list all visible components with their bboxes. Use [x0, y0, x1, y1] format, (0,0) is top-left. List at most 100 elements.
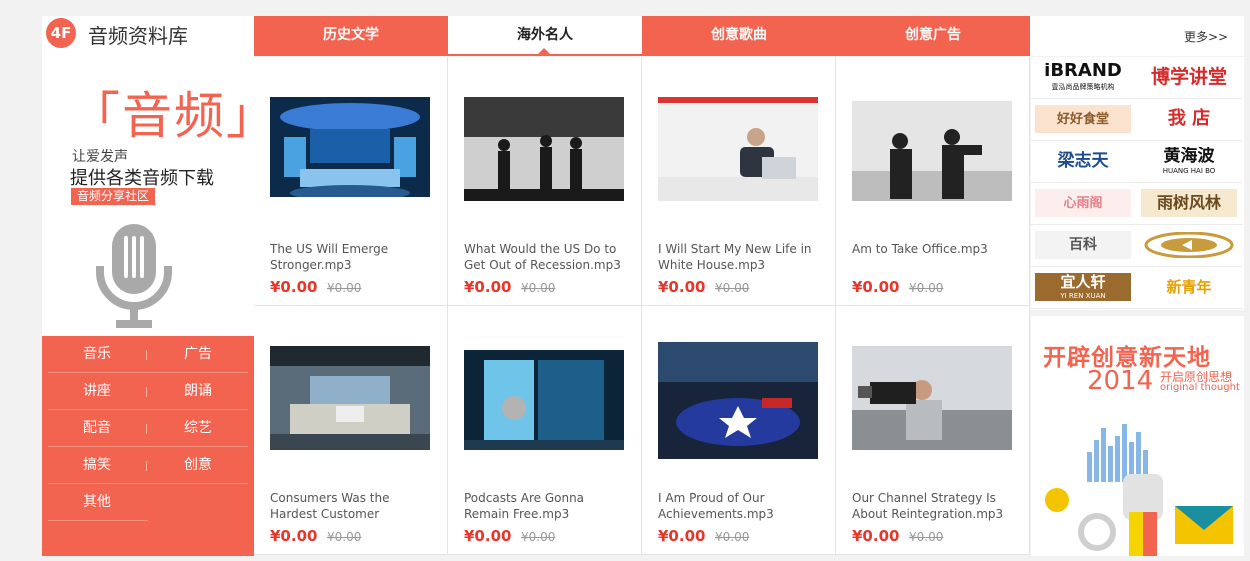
promo-illustration — [1045, 424, 1233, 556]
product-card[interactable]: I Will Start My New Life in White House.… — [642, 57, 836, 306]
product-original-price: ¥0.00 — [715, 530, 750, 544]
brand-logo-image: 梁志天 — [1035, 147, 1131, 175]
product-price: ¥0.00 — [464, 527, 512, 545]
brand-logo[interactable]: 宜人轩 YI REN XUAN — [1031, 267, 1137, 309]
product-original-price: ¥0.00 — [327, 281, 362, 295]
category-separator — [146, 387, 147, 397]
film-crew-silhouette-image[interactable] — [464, 97, 624, 205]
product-name[interactable]: Podcasts Are Gonna Remain Free.mp3 — [464, 490, 629, 522]
brand-logo-image: iBRAND 壹泓尚品牌策略机构 — [1035, 63, 1131, 91]
product-card[interactable]: What Would the US Do to Get Out of Reces… — [448, 57, 642, 306]
category-menu: 音乐 广告 讲座 朗诵 配音 综艺 搞笑 创意 其他 — [42, 336, 254, 556]
video-camera-operator-image[interactable] — [852, 346, 1012, 452]
category-item[interactable]: 创意 — [148, 447, 248, 483]
brand-name: 百科 — [1069, 237, 1097, 253]
category-item[interactable]: 搞笑 — [48, 447, 146, 483]
product-original-price: ¥0.00 — [521, 281, 556, 295]
community-badge[interactable]: 音频分享社区 — [71, 188, 156, 205]
brand-logo-image: 新青年 — [1141, 273, 1237, 301]
section-title[interactable]: 音频资料库 — [88, 20, 188, 49]
brand-name: 雨树风林 — [1156, 193, 1221, 212]
brand-logo[interactable]: 博学讲堂 — [1137, 57, 1243, 99]
product-card[interactable]: Consumers Was the Hardest Customer ¥0.00 ¥… — [254, 306, 448, 555]
brand-name: 心雨阁 — [1063, 195, 1103, 211]
product-price: ¥0.00 — [658, 527, 706, 545]
product-name[interactable]: I Will Start My New Life in White House.… — [658, 241, 823, 273]
brand-logo[interactable]: 百科 — [1031, 225, 1137, 267]
big-title: 「音频」 — [70, 87, 278, 145]
tab-bar: 创意广告 创意歌曲 海外名人 历史文学 更多>> — [254, 16, 1244, 56]
subtitle: 提供各类音频下载 — [70, 168, 214, 189]
brand-logo-image — [1141, 231, 1237, 259]
camera-operators-silhouette-image[interactable] — [852, 101, 1012, 201]
tab-label: 历史文学 — [323, 27, 379, 43]
brand-name: 我 店 — [1167, 108, 1211, 129]
tab-1[interactable]: 历史文学 — [254, 16, 448, 56]
category-item[interactable]: 其他 — [48, 484, 146, 520]
news-studio-image[interactable] — [270, 97, 430, 197]
brand-logo-image: 博学讲堂 — [1141, 63, 1237, 91]
brand-logo[interactable]: 我 店 — [1137, 99, 1243, 141]
brand-logo[interactable] — [1137, 225, 1243, 267]
brand-logo[interactable]: 雨树风林 — [1137, 183, 1243, 225]
category-item[interactable]: 广告 — [148, 336, 248, 372]
product-name[interactable]: Our Channel Strategy Is About Reintegrat… — [852, 490, 1017, 522]
brand-logo-image: 我 店 — [1141, 105, 1237, 133]
product-card[interactable]: Podcasts Are Gonna Remain Free.mp3 ¥0.00 ¥… — [448, 306, 642, 555]
product-name[interactable]: Consumers Was the Hardest Customer — [270, 490, 435, 522]
star-stage-studio-image[interactable] — [658, 342, 818, 459]
tab-2[interactable]: 海外名人 — [448, 16, 642, 56]
brand-name: 好好食堂 — [1056, 111, 1109, 127]
promo-line3: original thought — [1160, 382, 1240, 393]
brand-name: iBRAND — [1044, 63, 1122, 81]
empty-studio-image[interactable] — [270, 346, 430, 454]
brand-logo[interactable]: 黄海波 HUANG HAI BO — [1137, 141, 1243, 183]
category-item[interactable]: 综艺 — [148, 410, 248, 446]
tab-label: 海外名人 — [517, 27, 573, 43]
audio-library-section: 4F 音频资料库 「音频」 让爱发声 提供各类音频下载 音频分享社区 音乐 广告讲… — [0, 0, 1250, 561]
tab-4[interactable]: 创意广告 — [836, 16, 1030, 56]
product-name[interactable]: I Am Proud of Our Achievements.mp3 — [658, 490, 823, 522]
tab-3[interactable]: 创意歌曲 — [642, 16, 836, 56]
brand-logo[interactable]: 好好食堂 — [1031, 99, 1137, 141]
product-price: ¥0.00 — [658, 278, 706, 296]
product-name[interactable]: What Would the US Do to Get Out of Reces… — [464, 241, 629, 273]
category-row: 搞笑 创意 — [48, 447, 248, 484]
tagline: 让爱发声 — [72, 149, 128, 165]
category-item[interactable]: 配音 — [48, 410, 146, 446]
brand-logo-image: 百科 — [1035, 231, 1131, 259]
product-original-price: ¥0.00 — [521, 530, 556, 544]
product-card[interactable]: I Am Proud of Our Achievements.mp3 ¥0.00 ¥… — [642, 306, 836, 555]
category-item[interactable]: 朗诵 — [148, 373, 248, 409]
category-panel: 4F 音频资料库 「音频」 让爱发声 提供各类音频下载 音频分享社区 音乐 广告讲… — [42, 16, 278, 556]
brand-logo[interactable]: iBRAND 壹泓尚品牌策略机构 — [1031, 57, 1137, 99]
category-row: 配音 综艺 — [48, 410, 248, 447]
promo-banner[interactable]: 开辟创意新天地 2014 开启原创思想 original thought — [1031, 316, 1244, 556]
product-name[interactable]: Am to Take Office.mp3 — [852, 241, 1017, 257]
man-with-laptop-image[interactable] — [658, 97, 818, 205]
brand-logo-image: 宜人轩 YI REN XUAN — [1035, 273, 1131, 301]
tab-label: 创意广告 — [905, 27, 961, 43]
product-card[interactable]: Our Channel Strategy Is About Reintegrat… — [836, 306, 1030, 555]
product-grid: The US Will Emerge Stronger.mp3 ¥0.00 ¥0.0… — [254, 57, 1030, 555]
brand-logo-image: 好好食堂 — [1035, 105, 1131, 133]
microphone-icon — [96, 224, 172, 328]
product-price: ¥0.00 — [852, 527, 900, 545]
category-item[interactable]: 讲座 — [48, 373, 146, 409]
brand-subtitle: YI REN XUAN — [1060, 291, 1106, 300]
studio-screens-image[interactable] — [464, 350, 624, 450]
product-card[interactable]: The US Will Emerge Stronger.mp3 ¥0.00 ¥0.0… — [254, 57, 448, 306]
product-name[interactable]: The US Will Emerge Stronger.mp3 — [270, 241, 435, 273]
brand-logo[interactable]: 梁志天 — [1031, 141, 1137, 183]
product-card[interactable]: Am to Take Office.mp3 ¥0.00 ¥0.00 — [836, 57, 1030, 306]
floor-badge: 4F — [46, 18, 76, 48]
category-item[interactable]: 音乐 — [48, 336, 146, 372]
category-row: 其他 — [48, 484, 148, 521]
more-link[interactable]: 更多>> — [1184, 28, 1228, 45]
brand-logo[interactable]: 新青年 — [1137, 267, 1243, 309]
product-original-price: ¥0.00 — [715, 281, 750, 295]
brand-logo[interactable]: 心雨阁 — [1031, 183, 1137, 225]
brand-logo-image: 雨树风林 — [1141, 189, 1237, 217]
category-separator — [146, 461, 147, 471]
active-tab-caret — [538, 48, 550, 54]
